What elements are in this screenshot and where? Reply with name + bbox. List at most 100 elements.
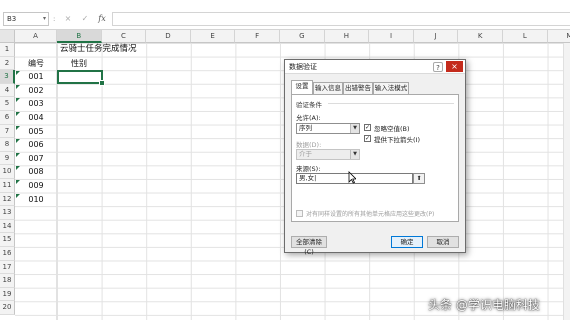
id-cell[interactable]: 008 <box>15 165 57 179</box>
apply-all-checkbox[interactable] <box>296 210 303 217</box>
select-all-corner[interactable] <box>0 30 15 43</box>
column-header-l[interactable]: L <box>503 30 548 43</box>
id-cell[interactable]: 005 <box>15 125 57 139</box>
allow-select-value: 序列 <box>299 124 312 132</box>
row-header-12[interactable]: 12 <box>0 192 15 207</box>
group-divider <box>328 103 454 104</box>
row-header-8[interactable]: 8 <box>0 138 15 152</box>
sheet-title-cell[interactable]: 云骑士任务完成情况 <box>60 43 170 57</box>
row-header-2[interactable]: 2 <box>0 56 15 71</box>
column-header-m[interactable]: M <box>547 30 570 43</box>
ok-button[interactable]: 确定 <box>391 236 423 248</box>
data-select: 介于 ▼ <box>296 149 360 160</box>
row-header-6[interactable]: 6 <box>0 111 15 125</box>
error-indicator-icon <box>16 180 20 184</box>
error-indicator-icon <box>16 152 20 157</box>
column-header-a[interactable]: A <box>15 30 57 43</box>
mouse-cursor-icon <box>348 171 356 184</box>
row-header-14[interactable]: 14 <box>0 219 15 234</box>
tab-input-message[interactable]: 输入信息 <box>313 82 343 94</box>
dialog-title: 数据验证 <box>289 63 317 71</box>
range-select-icon[interactable]: ⬆ <box>413 173 425 184</box>
id-cell[interactable]: 009 <box>15 179 57 193</box>
data-validation-dialog: 数据验证 ? × 设置 输入信息 出错警告 输入法模式 验证条件 允许(A): … <box>284 59 466 256</box>
id-cell[interactable]: 006 <box>15 138 57 152</box>
row-header-17[interactable]: 17 <box>0 260 15 275</box>
row-header-11[interactable]: 11 <box>0 179 15 193</box>
column-header-k[interactable]: K <box>458 30 503 43</box>
close-icon[interactable]: × <box>446 61 463 72</box>
error-indicator-icon <box>16 112 20 116</box>
id-cell[interactable]: 007 <box>15 152 57 166</box>
column-header-b[interactable]: B <box>57 30 102 43</box>
row-header-1[interactable]: 1 <box>0 43 15 57</box>
column-header-j[interactable]: J <box>413 30 459 43</box>
in-cell-dropdown-checkbox[interactable]: ✓ <box>364 135 371 142</box>
chevron-down-icon: ▼ <box>350 150 359 159</box>
formula-bar: B3 ▾ : × ✓ fx <box>0 0 570 30</box>
id-cell[interactable]: 002 <box>15 84 57 98</box>
error-indicator-icon <box>16 193 20 198</box>
column-header-h[interactable]: H <box>324 30 370 43</box>
vertical-scrollbar[interactable] <box>563 43 570 320</box>
help-icon[interactable]: ? <box>433 62 443 72</box>
error-indicator-icon <box>16 139 20 144</box>
name-box[interactable]: B3 ▾ <box>3 12 49 26</box>
formula-bar-separator: : <box>53 15 56 23</box>
cancel-icon[interactable]: × <box>62 12 74 26</box>
row-header-9[interactable]: 9 <box>0 151 15 166</box>
error-indicator-icon <box>16 125 20 130</box>
data-label: 数据(D): <box>296 141 322 149</box>
name-box-value: B3 <box>7 15 17 23</box>
id-cell[interactable]: 010 <box>15 193 57 207</box>
clear-all-button[interactable]: 全部清除(C) <box>291 236 327 256</box>
active-cell-b3[interactable] <box>57 69 105 86</box>
row-header-10[interactable]: 10 <box>0 165 15 179</box>
allow-label: 允许(A): <box>296 114 321 122</box>
row-header-18[interactable]: 18 <box>0 274 15 288</box>
row-header-16[interactable]: 16 <box>0 247 15 261</box>
formula-input[interactable] <box>112 12 570 26</box>
row-header-7[interactable]: 7 <box>0 124 15 139</box>
dialog-titlebar[interactable]: 数据验证 ? × <box>285 60 465 74</box>
cancel-button[interactable]: 取消 <box>427 236 459 248</box>
error-indicator-icon <box>16 98 20 103</box>
settings-panel: 验证条件 允许(A): 序列 ▼ ✓ 忽略空值(B) ✓ 提供下拉箭头(I) 数… <box>291 94 459 222</box>
row-header-19[interactable]: 19 <box>0 287 15 302</box>
id-cell[interactable]: 003 <box>15 97 57 111</box>
id-cell[interactable]: 004 <box>15 111 57 125</box>
data-select-value: 介于 <box>299 150 312 158</box>
row-header-20[interactable]: 20 <box>0 301 15 315</box>
column-header-c[interactable]: C <box>101 30 147 43</box>
column-header-f[interactable]: F <box>235 30 280 43</box>
error-indicator-icon <box>16 166 20 171</box>
source-label: 来源(S): <box>296 165 321 173</box>
row-header-15[interactable]: 15 <box>0 233 15 247</box>
header-cell-id[interactable]: 编号 <box>15 57 57 71</box>
check-icon[interactable]: ✓ <box>79 12 91 26</box>
tab-ime-mode[interactable]: 输入法模式 <box>373 82 409 94</box>
apply-all-label: 对有同样设置的所有其他单元格应用这些更改(P) <box>306 211 435 218</box>
chevron-down-icon[interactable]: ▼ <box>350 124 359 133</box>
chevron-down-icon[interactable]: ▾ <box>43 13 46 25</box>
row-header-13[interactable]: 13 <box>0 206 15 220</box>
ignore-blank-label: 忽略空值(B) <box>374 125 410 133</box>
row-header-4[interactable]: 4 <box>0 83 15 98</box>
row-header-3[interactable]: 3 <box>0 70 15 84</box>
allow-select[interactable]: 序列 ▼ <box>296 123 360 134</box>
tab-error-alert[interactable]: 出错警告 <box>343 82 373 94</box>
column-header-g[interactable]: G <box>280 30 325 43</box>
column-header-i[interactable]: I <box>369 30 414 43</box>
in-cell-dropdown-label: 提供下拉箭头(I) <box>374 136 420 144</box>
column-header-e[interactable]: E <box>190 30 236 43</box>
column-header-d[interactable]: D <box>146 30 191 43</box>
ignore-blank-checkbox[interactable]: ✓ <box>364 124 371 131</box>
error-indicator-icon <box>16 71 20 76</box>
id-cell[interactable]: 001 <box>15 70 57 84</box>
watermark-text: 头条 @学识电脑科技 <box>428 298 540 312</box>
row-header-5[interactable]: 5 <box>0 97 15 111</box>
header-cell-gender[interactable]: 性别 <box>57 57 101 71</box>
tab-settings[interactable]: 设置 <box>291 80 313 94</box>
validation-criteria-label: 验证条件 <box>296 101 322 109</box>
insert-function-icon[interactable]: fx <box>96 12 108 26</box>
